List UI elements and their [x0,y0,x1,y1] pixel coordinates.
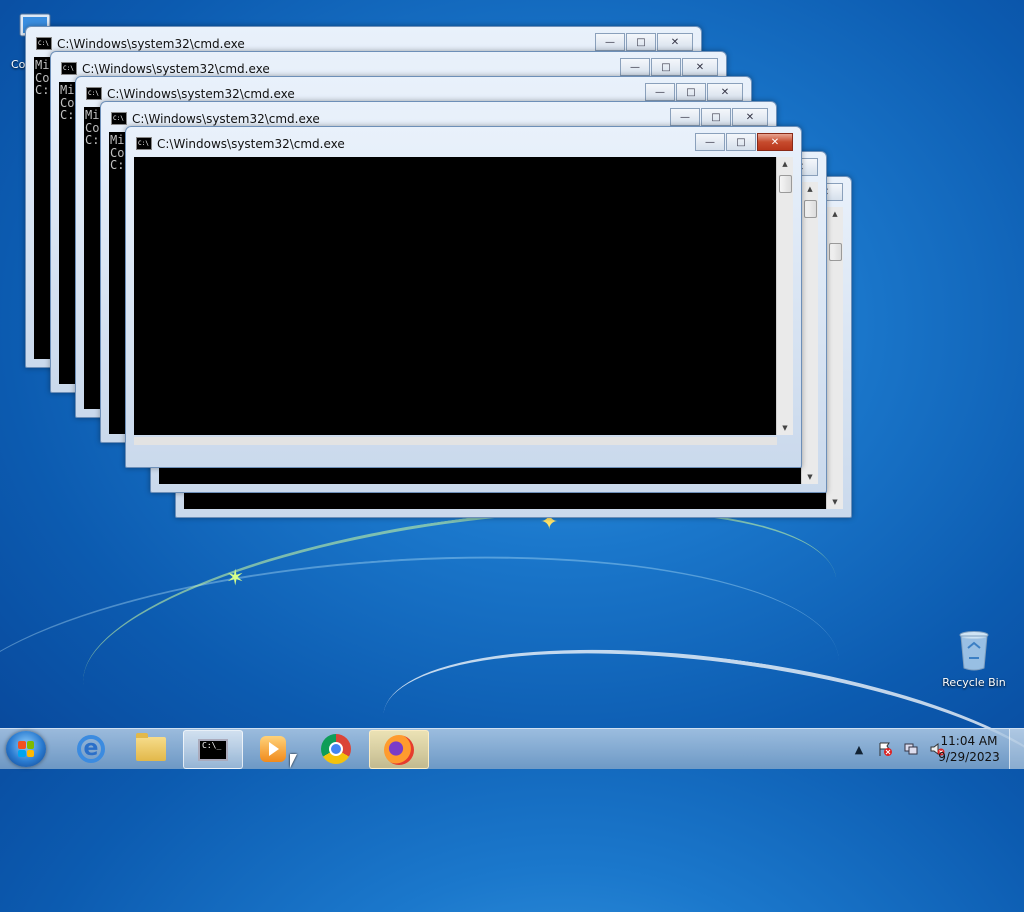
cmd-window-icon [36,35,52,53]
scroll-thumb[interactable] [779,175,792,193]
vertical-scrollbar[interactable]: ▲▼ [801,182,818,484]
close-button[interactable]: ✕ [732,108,768,126]
maximize-button[interactable]: □ [626,33,656,51]
maximize-button[interactable]: □ [701,108,731,126]
minimize-button[interactable]: — [595,33,625,51]
recycle-bin-label: Recycle Bin [942,676,1006,689]
show-desktop-button[interactable] [1009,729,1024,769]
scroll-thumb[interactable] [804,200,817,218]
close-button[interactable]: ✕ [707,83,743,101]
mouse-cursor-icon [290,754,297,768]
scroll-down-icon[interactable]: ▼ [777,421,793,435]
vertical-scrollbar[interactable]: ▲▼ [826,207,843,509]
recycle-bin-icon [959,631,989,671]
computer-icon-label: Co [11,58,26,71]
maximize-button[interactable]: □ [676,83,706,101]
clock-time: 11:04 AM [940,734,998,748]
minimize-button[interactable]: — [620,58,650,76]
minimize-button[interactable]: — [645,83,675,101]
scroll-thumb[interactable] [829,243,842,261]
scroll-down-icon[interactable]: ▼ [827,495,843,509]
start-button[interactable] [6,731,46,767]
window-title: C:\Windows\system32\cmd.exe [136,135,345,153]
cmd-window-icon [136,135,152,153]
console-area[interactable] [134,157,777,435]
show-hidden-icons-button[interactable]: ▲ [850,740,868,758]
network-icon[interactable] [902,740,920,758]
taskbar-chrome[interactable] [307,730,365,767]
taskbar-firefox[interactable] [369,730,429,769]
cmd-window-icon [86,85,102,103]
close-button[interactable]: ✕ [757,133,793,151]
action-center-flag-icon[interactable] [876,740,894,758]
maximize-button[interactable]: □ [726,133,756,151]
cmd-window-active[interactable]: C:\Windows\system32\cmd.exe — □ ✕ ▲▼ [125,126,802,468]
scroll-up-icon[interactable]: ▲ [777,157,793,171]
taskbar-internet-explorer[interactable]: e [62,730,120,767]
close-button[interactable]: ✕ [682,58,718,76]
taskbar-file-explorer[interactable] [122,730,180,767]
windows-media-player-icon [260,735,286,762]
wallpaper-sparkle: ✶ [226,566,245,591]
clock-date: 9/29/2023 [938,750,1000,764]
file-explorer-icon [136,732,166,761]
taskbar: e C:\_ ▲ 11:04 AM 9/29/2023 [0,728,1024,769]
cmd-window-icon [61,60,77,78]
firefox-icon [384,734,414,765]
command-prompt-icon: C:\_ [198,738,228,761]
scroll-up-icon[interactable]: ▲ [802,182,818,196]
vertical-scrollbar[interactable]: ▲▼ [776,157,793,435]
windows-flag-icon [18,741,34,757]
recycle-bin-desktop-icon[interactable]: Recycle Bin [942,630,1006,689]
chrome-icon [321,733,351,764]
cmd-window-icon [111,110,127,128]
system-tray: ▲ [850,737,946,761]
horizontal-scrollbar[interactable] [134,437,777,445]
taskbar-clock[interactable]: 11:04 AM 9/29/2023 [938,733,1000,765]
scroll-up-icon[interactable]: ▲ [827,207,843,221]
internet-explorer-icon: e [77,734,105,763]
taskbar-command-prompt[interactable]: C:\_ [183,730,243,769]
maximize-button[interactable]: □ [651,58,681,76]
minimize-button[interactable]: — [670,108,700,126]
close-button[interactable]: ✕ [657,33,693,51]
minimize-button[interactable]: — [695,133,725,151]
scroll-down-icon[interactable]: ▼ [802,470,818,484]
